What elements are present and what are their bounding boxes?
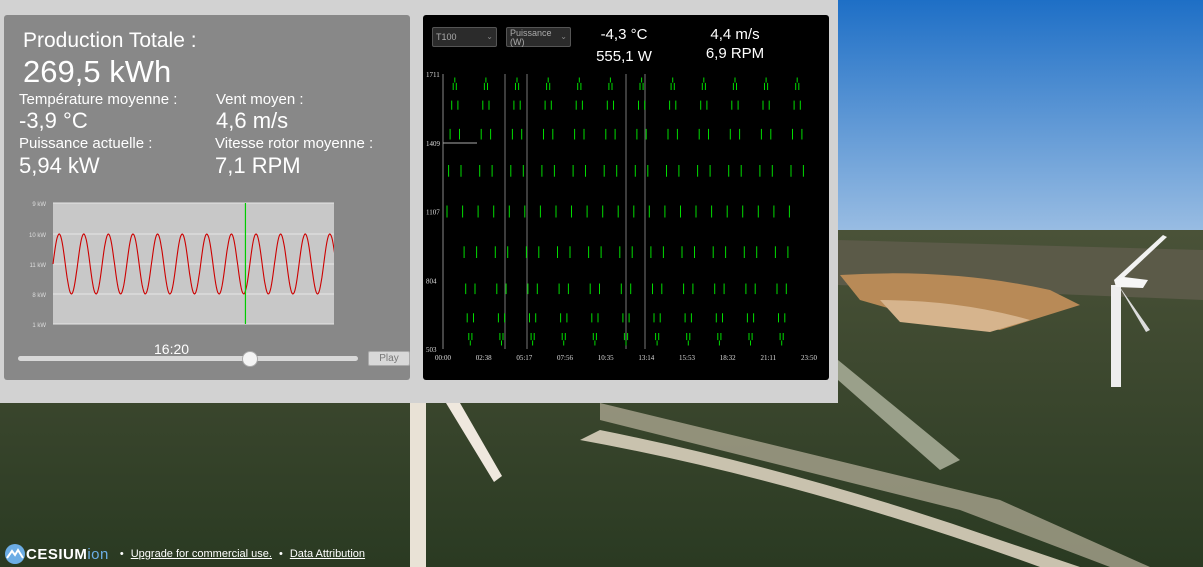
x-tick-label: 07:56 <box>557 354 573 362</box>
summary-panel: Production Totale : 269,5 kWh Températur… <box>4 15 410 380</box>
y-tick-label: 1 kW <box>32 323 46 327</box>
y-tick-label: 9 kW <box>32 202 46 208</box>
play-button[interactable]: Play <box>368 351 410 366</box>
wind-value: 4,6 m/s <box>216 108 289 133</box>
metric-select[interactable]: Puissance (W) ⌄ <box>506 27 571 47</box>
y-tick-label: 804 <box>426 277 437 285</box>
y-tick-label: 10 kW <box>29 233 46 239</box>
turbine-select-value: T100 <box>436 32 457 42</box>
x-tick-label: 02:38 <box>476 354 492 362</box>
temperature-value: -3,9 °C <box>19 108 88 133</box>
x-tick-label: 10:35 <box>598 354 614 362</box>
x-tick-label: 23:50 <box>801 354 817 362</box>
y-tick-label: 8 kW <box>32 293 46 299</box>
rotor-label: Vitesse rotor moyenne : <box>215 135 374 152</box>
timeline-slider-handle[interactable] <box>242 351 259 367</box>
bullet-separator: • <box>119 548 124 560</box>
data-attribution-link[interactable]: Data Attribution <box>290 548 365 560</box>
detail-rotor: 6,9 RPM <box>705 45 765 62</box>
rotor-value: 7,1 RPM <box>215 153 301 178</box>
metric-select-value: Puissance (W) <box>510 28 552 47</box>
x-tick-label: 13:14 <box>638 354 654 362</box>
turbine-select[interactable]: T100 ⌄ <box>432 27 497 47</box>
cesium-logo-text: CESIUM <box>26 545 88 563</box>
timeline-slider[interactable] <box>18 351 358 367</box>
y-tick-label: 1711 <box>426 71 440 79</box>
detail-panel: T100 ⌄ Puissance (W) ⌄ -4,3 °C 555,1 W 4… <box>423 15 829 380</box>
detail-power: 555,1 W <box>596 48 652 65</box>
y-tick-label: 1107 <box>426 209 440 217</box>
power-label: Puissance actuelle : <box>19 135 153 152</box>
temperature-label: Température moyenne : <box>19 91 178 108</box>
x-tick-label: 15:53 <box>679 354 695 362</box>
detail-temperature: -4,3 °C <box>600 26 648 43</box>
detail-wind: 4,4 m/s <box>710 26 760 43</box>
y-tick-label: 11 kW <box>29 263 46 269</box>
cesium-ion-logo[interactable]: CESIUM ion <box>4 543 109 565</box>
cesium-globe-icon <box>5 544 25 564</box>
wind-label: Vent moyen : <box>216 91 304 108</box>
x-tick-label: 18:32 <box>720 354 736 362</box>
upgrade-link[interactable]: Upgrade for commercial use. <box>131 548 272 560</box>
chevron-down-icon: ⌄ <box>560 32 567 41</box>
power-mini-chart[interactable]: 9 kW 10 kW 11 kW 8 kW 1 kW <box>18 199 334 327</box>
y-tick-label: 1409 <box>426 140 441 148</box>
x-tick-label: 21:11 <box>760 354 776 362</box>
x-tick-label: 00:00 <box>435 354 451 362</box>
y-tick-label: 503 <box>426 346 437 354</box>
timeline-time: 16:20 <box>154 341 190 357</box>
cesium-logo-suffix: ion <box>87 545 109 563</box>
bullet-separator: • <box>278 548 283 560</box>
x-tick-label: 05:17 <box>516 354 532 362</box>
production-value: 269,5 kWh <box>23 54 172 89</box>
chevron-down-icon: ⌄ <box>486 32 493 41</box>
production-label: Production Totale : <box>23 29 197 52</box>
power-value: 5,94 kW <box>19 153 100 178</box>
power-detail-chart[interactable]: 1711 1409 1107 804 50300:00 02:38 05:17 07:56 10… <box>425 70 825 370</box>
cesium-credits: CESIUM ion • Upgrade for commercial use.… <box>4 542 365 566</box>
